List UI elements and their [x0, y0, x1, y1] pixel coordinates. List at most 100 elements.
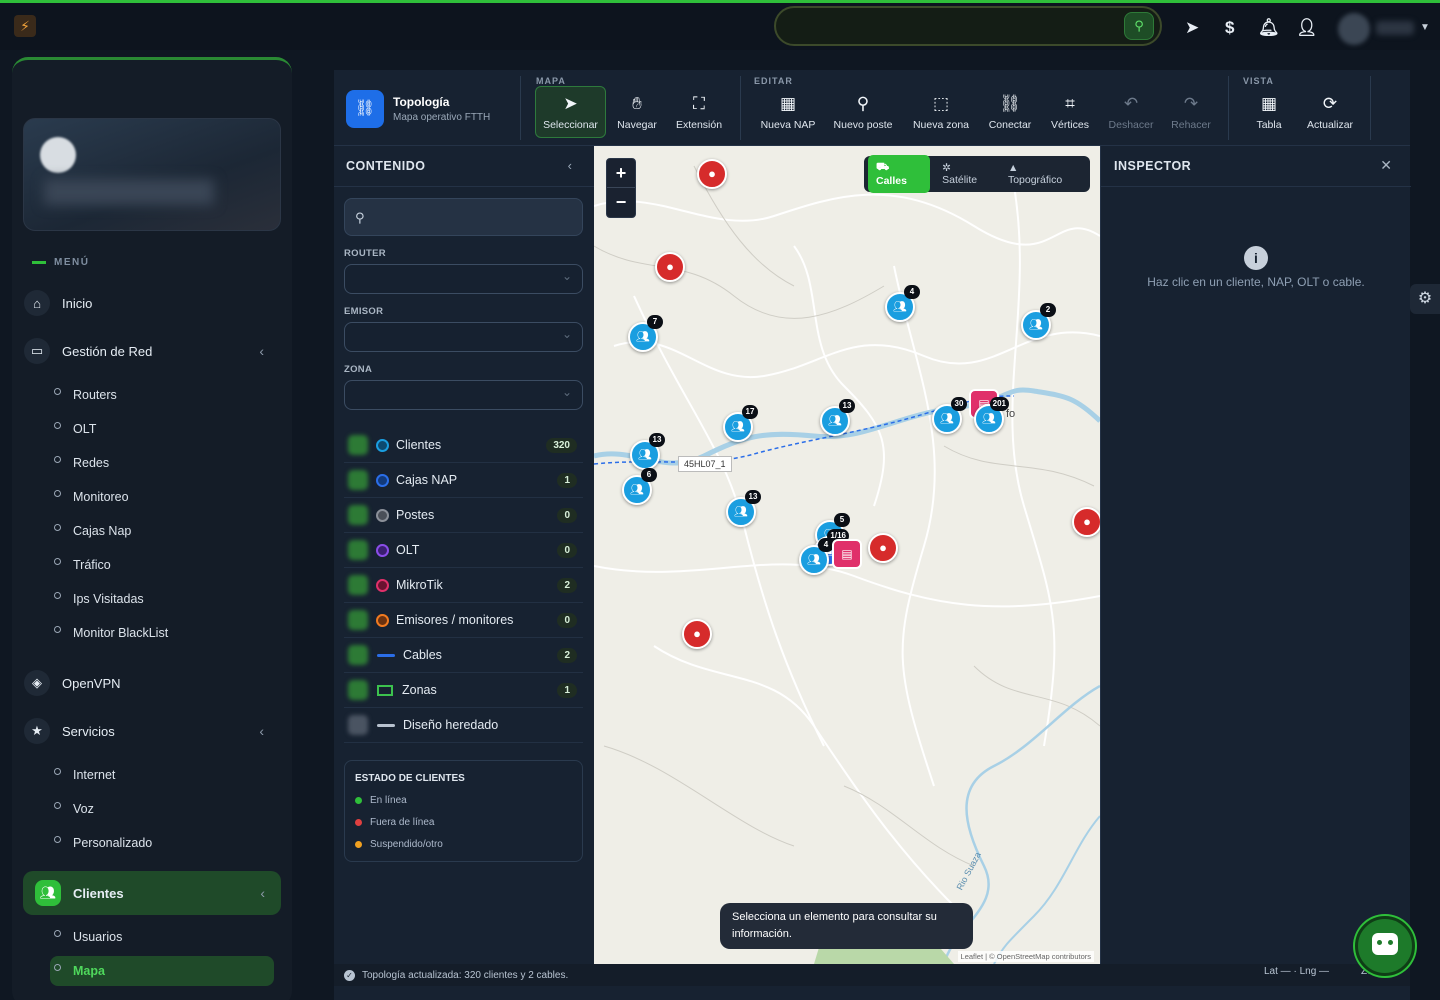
sidebar-sub-internet[interactable]: Internet [54, 768, 115, 782]
layer-search-input[interactable]: ⚲ [344, 198, 583, 236]
star-icon: ★ [24, 718, 50, 744]
client-cluster-marker[interactable]: 👥︎ 13 [630, 433, 665, 470]
navigate-tool-button[interactable]: ✋︎ Navegar [612, 86, 662, 138]
layer-toggle[interactable] [348, 610, 368, 630]
sidebar-sub-voz[interactable]: Voz [54, 802, 94, 816]
layer-toggle[interactable] [348, 540, 368, 560]
new-zone-button[interactable]: ⬚ Nueva zona [910, 86, 972, 138]
global-search-input[interactable]: ⚲ [774, 6, 1162, 46]
layer-row-olt[interactable]: OLT 0 [344, 533, 583, 568]
zoom-out-button[interactable]: − [607, 188, 635, 217]
zona-select[interactable] [344, 380, 583, 410]
cable-label[interactable]: 45HL07_1 [678, 456, 732, 472]
sidebar-sub-redes[interactable]: Redes [54, 456, 109, 470]
sidebar-sub-monitoreo[interactable]: Monitoreo [54, 490, 129, 504]
layer-toggle[interactable] [348, 645, 368, 665]
layer-toggle[interactable] [348, 470, 368, 490]
client-cluster-marker[interactable]: 👥︎ 4 [799, 538, 834, 575]
offline-client-marker[interactable]: ● [682, 619, 712, 649]
chatbot-button[interactable] [1355, 916, 1415, 976]
map-canvas[interactable]: + − ⛟ Calles ✲ Satélite ▲ Topográfico ● … [594, 146, 1100, 964]
dollar-icon[interactable]: $ [1225, 18, 1234, 38]
extent-tool-button[interactable]: ⛶ Extensión [670, 86, 728, 138]
sidebar-item-clientes[interactable]: 👥︎ Clientes ‹ [23, 871, 281, 915]
sidebar-sub-usuarios[interactable]: Usuarios [54, 930, 122, 944]
offline-client-marker[interactable]: ● [697, 159, 727, 189]
select-tool-button[interactable]: ➤ Seleccionar [535, 86, 606, 138]
offline-client-marker[interactable]: ● [868, 533, 898, 563]
client-cluster-marker[interactable]: 👥︎ 4 [885, 285, 920, 322]
search-icon[interactable]: ⚲ [1124, 12, 1154, 40]
topology-panel: ⛓ Topología Mapa operativo FTTH MAPA ➤ Se… [334, 70, 1411, 1000]
mikrotik-dot-icon [376, 578, 389, 592]
client-cluster-marker[interactable]: 👥︎ 6 [622, 468, 657, 505]
layer-toggle[interactable] [348, 715, 368, 735]
emisor-select[interactable] [344, 322, 583, 352]
layer-label: Cables [403, 648, 442, 662]
client-cluster-marker[interactable]: 👥︎ 17 [723, 405, 758, 442]
sidebar-sub-monitor-blacklist[interactable]: Monitor BlackList [54, 626, 168, 640]
client-cluster-marker[interactable]: 👥︎ 2 [1021, 303, 1056, 340]
zoom-in-button[interactable]: + [607, 159, 635, 188]
layer-row-diseno-heredado[interactable]: Diseño heredado [344, 708, 583, 743]
basemap-satelite[interactable]: ✲ Satélite [934, 156, 996, 192]
app-logo[interactable]: ⚡ [14, 15, 36, 37]
router-select[interactable] [344, 264, 583, 294]
collapse-chevron-icon[interactable]: ‹ [568, 158, 572, 173]
map-attribution[interactable]: Leaflet | © OpenStreetMap contributors [957, 951, 1094, 962]
layer-row-postes[interactable]: Postes 0 [344, 498, 583, 533]
bell-icon[interactable]: 🔔︎ [1258, 18, 1280, 38]
mikrotik-marker[interactable]: ▤ [832, 539, 862, 569]
postes-dot-icon [376, 508, 389, 522]
layer-row-emisores[interactable]: Emisores / monitores 0 [344, 603, 583, 638]
layer-toggle[interactable] [348, 680, 368, 700]
sidebar-sub-cajas-nap[interactable]: Cajas Nap [54, 524, 131, 538]
layer-toggle[interactable] [348, 575, 368, 595]
sidebar-sub-personalizado[interactable]: Personalizado [54, 836, 152, 850]
offline-client-marker[interactable]: ● [1072, 507, 1100, 537]
user-name[interactable] [1376, 21, 1414, 35]
sidebar-sub-olt[interactable]: OLT [54, 422, 96, 436]
sidebar-item-label: OpenVPN [62, 675, 121, 691]
new-nap-button[interactable]: ▦ Nueva NAP [756, 86, 820, 138]
layer-row-cables[interactable]: Cables 2 [344, 638, 583, 673]
client-cluster-marker[interactable]: 👥︎ 13 [726, 490, 761, 527]
client-cluster-marker[interactable]: 👥︎ 30 [932, 397, 967, 434]
connect-button[interactable]: ⛓ Conectar [985, 86, 1035, 138]
close-icon[interactable]: ✕ [1380, 157, 1392, 174]
sidebar-sub-mapa[interactable]: Mapa [50, 956, 274, 986]
sidebar-item-inicio[interactable]: ⌂ Inicio [24, 285, 280, 321]
refresh-button[interactable]: ⟳ Actualizar [1304, 86, 1356, 138]
layer-toggle[interactable] [348, 435, 368, 455]
basemap-topografico[interactable]: ▲ Topográfico [1000, 156, 1082, 192]
table-icon: ▦ [1260, 93, 1278, 113]
table-button[interactable]: ▦ Tabla [1246, 86, 1292, 138]
gear-icon[interactable]: ⚙ [1410, 284, 1440, 314]
sidebar-sub-ips-visitadas[interactable]: Ips Visitadas [54, 592, 144, 606]
layer-row-clientes[interactable]: Clientes 320 [344, 428, 583, 463]
offline-client-marker[interactable]: ● [655, 252, 685, 282]
sidebar-item-openvpn[interactable]: ◈ OpenVPN [24, 665, 280, 701]
new-pole-button[interactable]: ⚲ Nuevo poste [830, 86, 896, 138]
sidebar-item-gestion-red[interactable]: ▭ Gestión de Red ‹ [24, 333, 280, 369]
basemap-calles[interactable]: ⛟ Calles [868, 155, 931, 193]
client-cluster-marker[interactable]: 👥︎ 13 [820, 399, 855, 436]
telegram-icon[interactable]: ➤ [1185, 18, 1199, 38]
sidebar-item-servicios[interactable]: ★ Servicios ‹ [24, 713, 280, 749]
legend-label: Suspendido/otro [370, 839, 443, 850]
sidebar-sub-routers[interactable]: Routers [54, 388, 117, 402]
client-cluster-marker[interactable]: 👥︎ 201 [974, 397, 1009, 434]
redo-button[interactable]: ↷ Rehacer [1168, 86, 1214, 138]
satellite-icon: ✲ [942, 162, 951, 174]
undo-button[interactable]: ↶ Deshacer [1106, 86, 1156, 138]
layer-toggle[interactable] [348, 505, 368, 525]
avatar[interactable] [1338, 13, 1370, 45]
layer-row-cajas-nap[interactable]: Cajas NAP 1 [344, 463, 583, 498]
layer-row-zonas[interactable]: Zonas 1 [344, 673, 583, 708]
sidebar-sub-trafico[interactable]: Tráfico [54, 558, 111, 572]
user-settings-icon[interactable]: 👤︎ [1296, 18, 1318, 38]
vertices-button[interactable]: ⌗ Vértices [1047, 86, 1093, 138]
chevron-down-icon[interactable]: ▼ [1420, 22, 1430, 33]
layer-row-mikrotik[interactable]: MikroTik 2 [344, 568, 583, 603]
client-cluster-marker[interactable]: 👥︎ 7 [628, 315, 663, 352]
